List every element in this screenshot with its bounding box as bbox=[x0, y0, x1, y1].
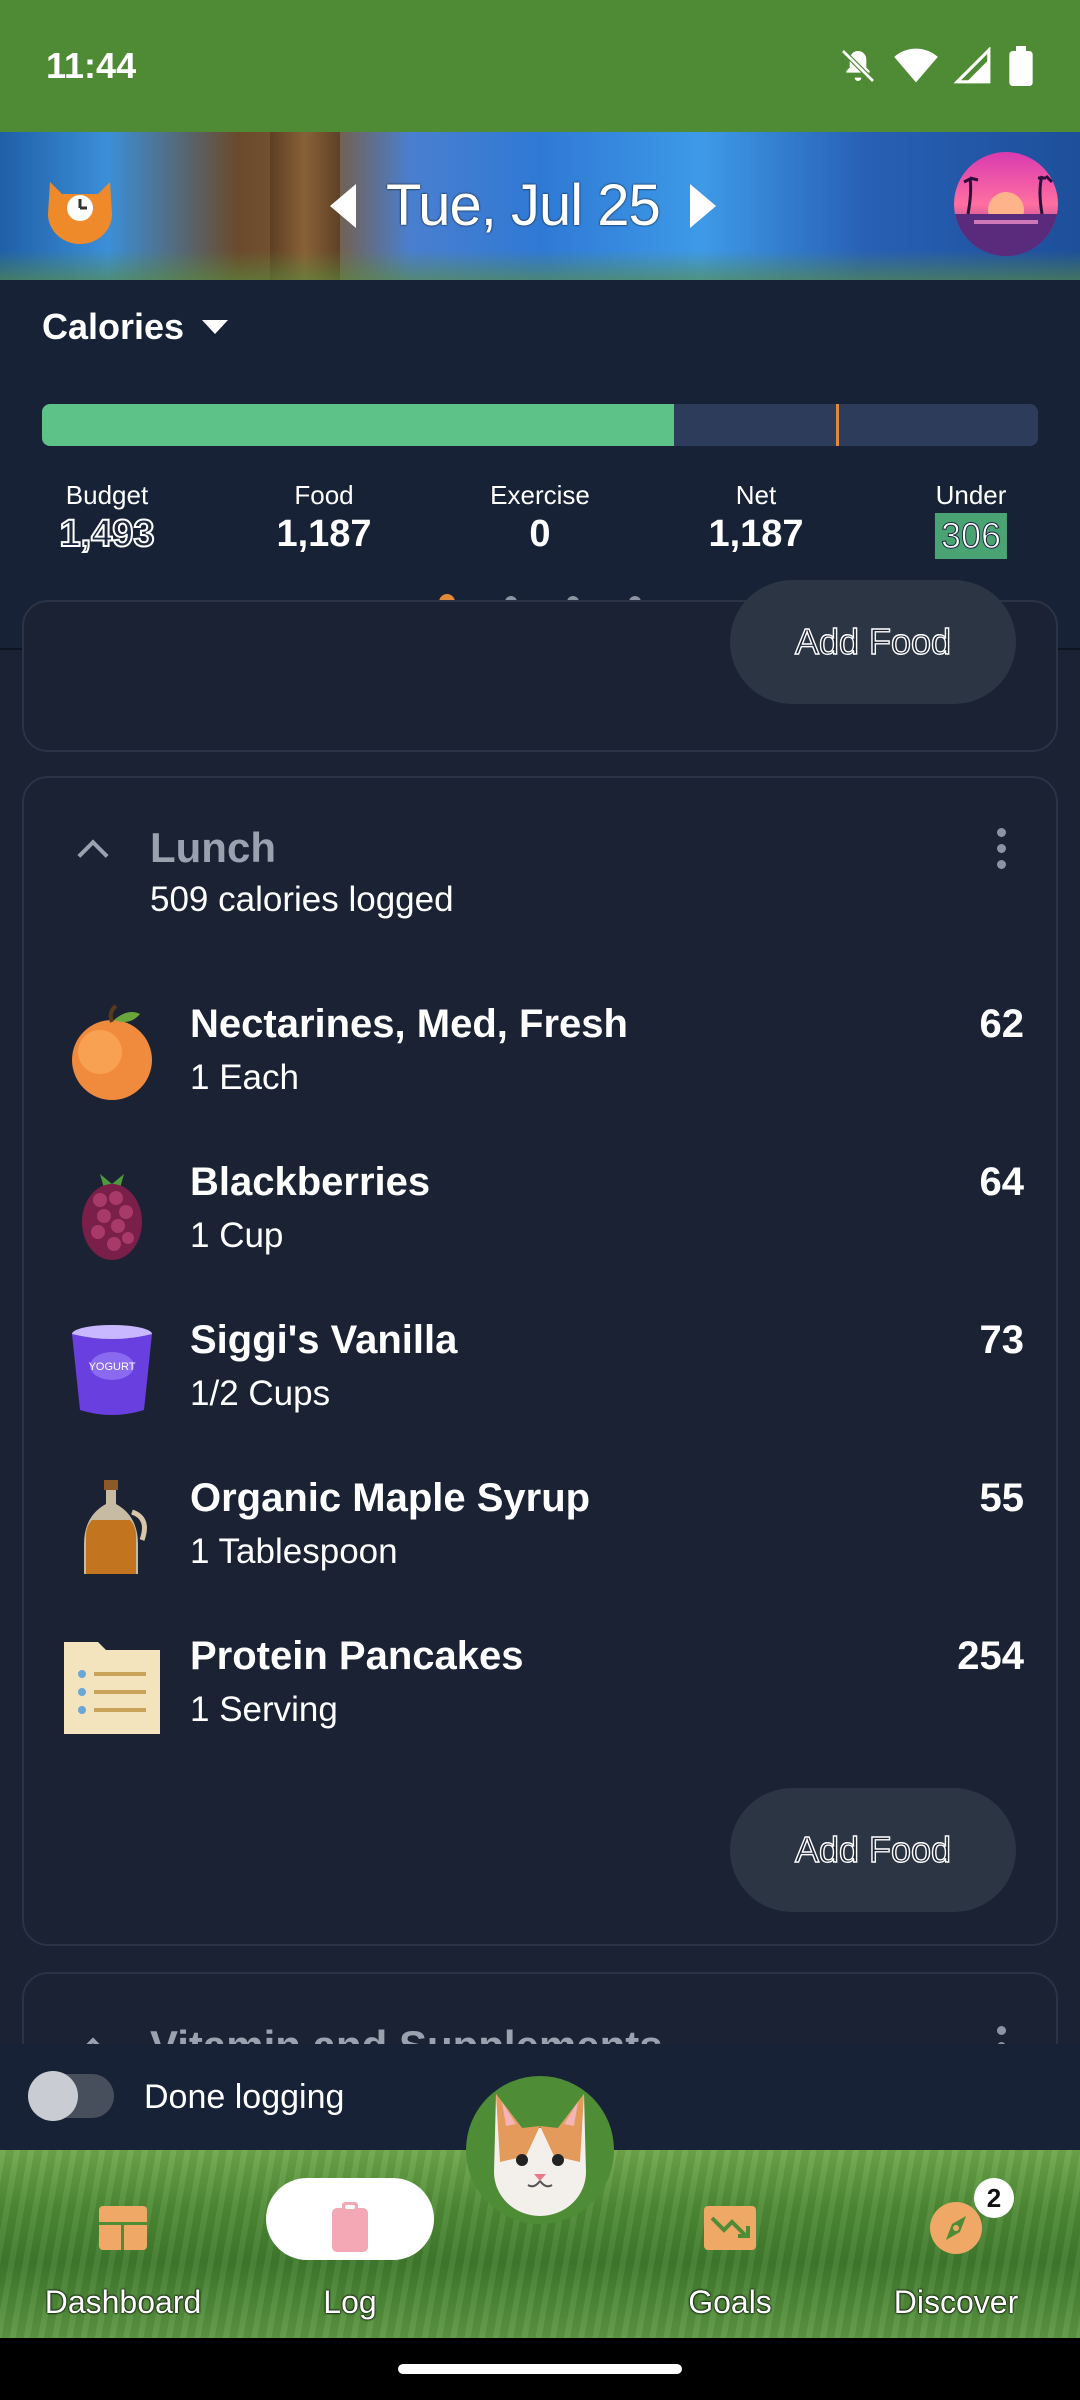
lunch-add-food-button[interactable]: Add Food bbox=[730, 1788, 1016, 1912]
food-quantity: 1 Tablespoon bbox=[190, 1532, 398, 1571]
food-name: Organic Maple Syrup bbox=[190, 1476, 591, 1520]
lunch-title: Lunch bbox=[150, 824, 276, 871]
food-row[interactable]: Organic Maple Syrup 1 Tablespoon 55 bbox=[24, 1466, 1060, 1624]
system-gesture-bar bbox=[0, 2338, 1080, 2400]
stat-exercise: Exercise 0 bbox=[490, 480, 590, 556]
svg-text:YOGURT: YOGURT bbox=[89, 1361, 136, 1373]
food-row[interactable]: YOGURT Siggi's Vanilla 1/2 Cups 73 bbox=[24, 1308, 1060, 1466]
stat-net-label: Net bbox=[735, 480, 777, 510]
stat-budget: Budget 1,493 bbox=[58, 480, 155, 556]
dashboard-icon bbox=[99, 2206, 147, 2250]
stat-under-label: Under bbox=[935, 480, 1007, 510]
food-calories: 73 bbox=[979, 1318, 1025, 1362]
home-gesture-handle[interactable] bbox=[398, 2364, 682, 2374]
food-name: Blackberries bbox=[190, 1160, 431, 1204]
food-quantity: 1 Each bbox=[190, 1058, 299, 1097]
stat-exercise-label: Exercise bbox=[490, 480, 590, 510]
lunch-calories-logged: 509 calories logged bbox=[150, 880, 454, 919]
date-navigator: Tue, Jul 25 bbox=[330, 172, 716, 239]
nav-discover[interactable]: 2 Discover bbox=[856, 2150, 1056, 2338]
status-bar: 11:44 bbox=[0, 0, 1080, 132]
app-screen: 11:44 Tue, Jul 25 Calories Budget 1,493 … bbox=[0, 0, 1080, 2400]
discover-badge: 2 bbox=[974, 2178, 1014, 2218]
food-name: Siggi's Vanilla bbox=[190, 1318, 458, 1362]
stat-budget-value: 1,493 bbox=[58, 512, 155, 556]
nav-goals[interactable]: Goals bbox=[630, 2150, 830, 2338]
arrow-right-icon[interactable] bbox=[689, 183, 716, 228]
nav-goals-label: Goals bbox=[688, 2284, 772, 2320]
more-options-icon[interactable] bbox=[986, 828, 1016, 869]
nav-dashboard-label: Dashboard bbox=[44, 2284, 202, 2320]
status-time: 11:44 bbox=[46, 45, 137, 86]
food-name: Nectarines, Med, Fresh bbox=[190, 1002, 628, 1046]
nav-dashboard[interactable]: Dashboard bbox=[23, 2150, 223, 2338]
stat-food: Food 1,187 bbox=[276, 480, 371, 556]
cat-logo-icon[interactable] bbox=[42, 168, 118, 244]
stat-budget-label: Budget bbox=[65, 480, 149, 510]
stat-net: Net 1,187 bbox=[708, 480, 803, 556]
food-name: Protein Pancakes bbox=[190, 1634, 524, 1678]
clipboard-icon bbox=[332, 2202, 368, 2252]
cat-face-icon bbox=[494, 2094, 586, 2216]
toggle-knob bbox=[28, 2071, 78, 2121]
goals-chart-icon bbox=[704, 2206, 756, 2250]
food-row[interactable]: Nectarines, Med, Fresh 1 Each 62 bbox=[24, 992, 1060, 1150]
summary-type-selector[interactable]: Calories bbox=[42, 306, 229, 348]
nav-discover-label: Discover bbox=[893, 2284, 1019, 2320]
blackberry-icon bbox=[82, 1174, 142, 1260]
calorie-progress-marker bbox=[835, 404, 839, 446]
nectarine-icon bbox=[72, 1004, 152, 1100]
cat-mascot-button[interactable] bbox=[466, 2076, 614, 2224]
stat-food-value: 1,187 bbox=[276, 513, 372, 555]
stat-exercise-value: 0 bbox=[529, 513, 551, 555]
battery-icon bbox=[1009, 46, 1033, 86]
food-row[interactable]: Protein Pancakes 1 Serving 254 bbox=[24, 1624, 1060, 1782]
food-quantity: 1 Cup bbox=[190, 1216, 284, 1255]
stat-food-label: Food bbox=[294, 480, 354, 510]
arrow-left-icon[interactable] bbox=[330, 183, 356, 228]
calorie-progress-bar bbox=[42, 404, 1038, 446]
done-logging-toggle[interactable] bbox=[28, 2071, 114, 2121]
calorie-progress-fill bbox=[42, 404, 675, 446]
nav-log[interactable]: Log bbox=[250, 2150, 450, 2338]
previous-meal-card: Add Food bbox=[22, 580, 1058, 752]
nav-log-label: Log bbox=[323, 2284, 377, 2320]
recipe-card-icon bbox=[64, 1642, 160, 1734]
food-row[interactable]: Blackberries 1 Cup 64 bbox=[24, 1150, 1060, 1308]
chevron-up-icon[interactable] bbox=[77, 839, 109, 871]
food-calories: 254 bbox=[957, 1634, 1024, 1678]
syrup-bottle-icon bbox=[84, 1480, 147, 1574]
wifi-icon bbox=[894, 48, 938, 83]
status-icons bbox=[838, 46, 1034, 86]
app-header: Tue, Jul 25 bbox=[0, 132, 1080, 280]
avatar[interactable] bbox=[954, 152, 1058, 256]
stat-net-value: 1,187 bbox=[708, 513, 804, 555]
signal-icon bbox=[954, 47, 991, 84]
food-calories: 64 bbox=[979, 1160, 1025, 1204]
previous-add-food-button[interactable]: Add Food bbox=[730, 580, 1016, 704]
caret-down-icon bbox=[202, 320, 229, 334]
summary-type-label: Calories bbox=[42, 306, 185, 347]
food-calories: 55 bbox=[979, 1476, 1025, 1520]
stat-under: Under 306 bbox=[934, 480, 1008, 559]
food-quantity: 1/2 Cups bbox=[190, 1374, 331, 1413]
do-not-disturb-icon bbox=[841, 49, 875, 83]
yogurt-icon: YOGURT bbox=[72, 1325, 152, 1415]
lunch-card: Lunch 509 calories logged Nectarines, Me… bbox=[22, 776, 1058, 1946]
food-quantity: 1 Serving bbox=[190, 1690, 338, 1729]
header-grass-decoration bbox=[0, 250, 1080, 280]
current-date[interactable]: Tue, Jul 25 bbox=[386, 172, 661, 239]
done-logging-label: Done logging bbox=[144, 2078, 345, 2116]
stat-under-value: 306 bbox=[934, 513, 1008, 559]
food-calories: 62 bbox=[979, 1002, 1025, 1046]
